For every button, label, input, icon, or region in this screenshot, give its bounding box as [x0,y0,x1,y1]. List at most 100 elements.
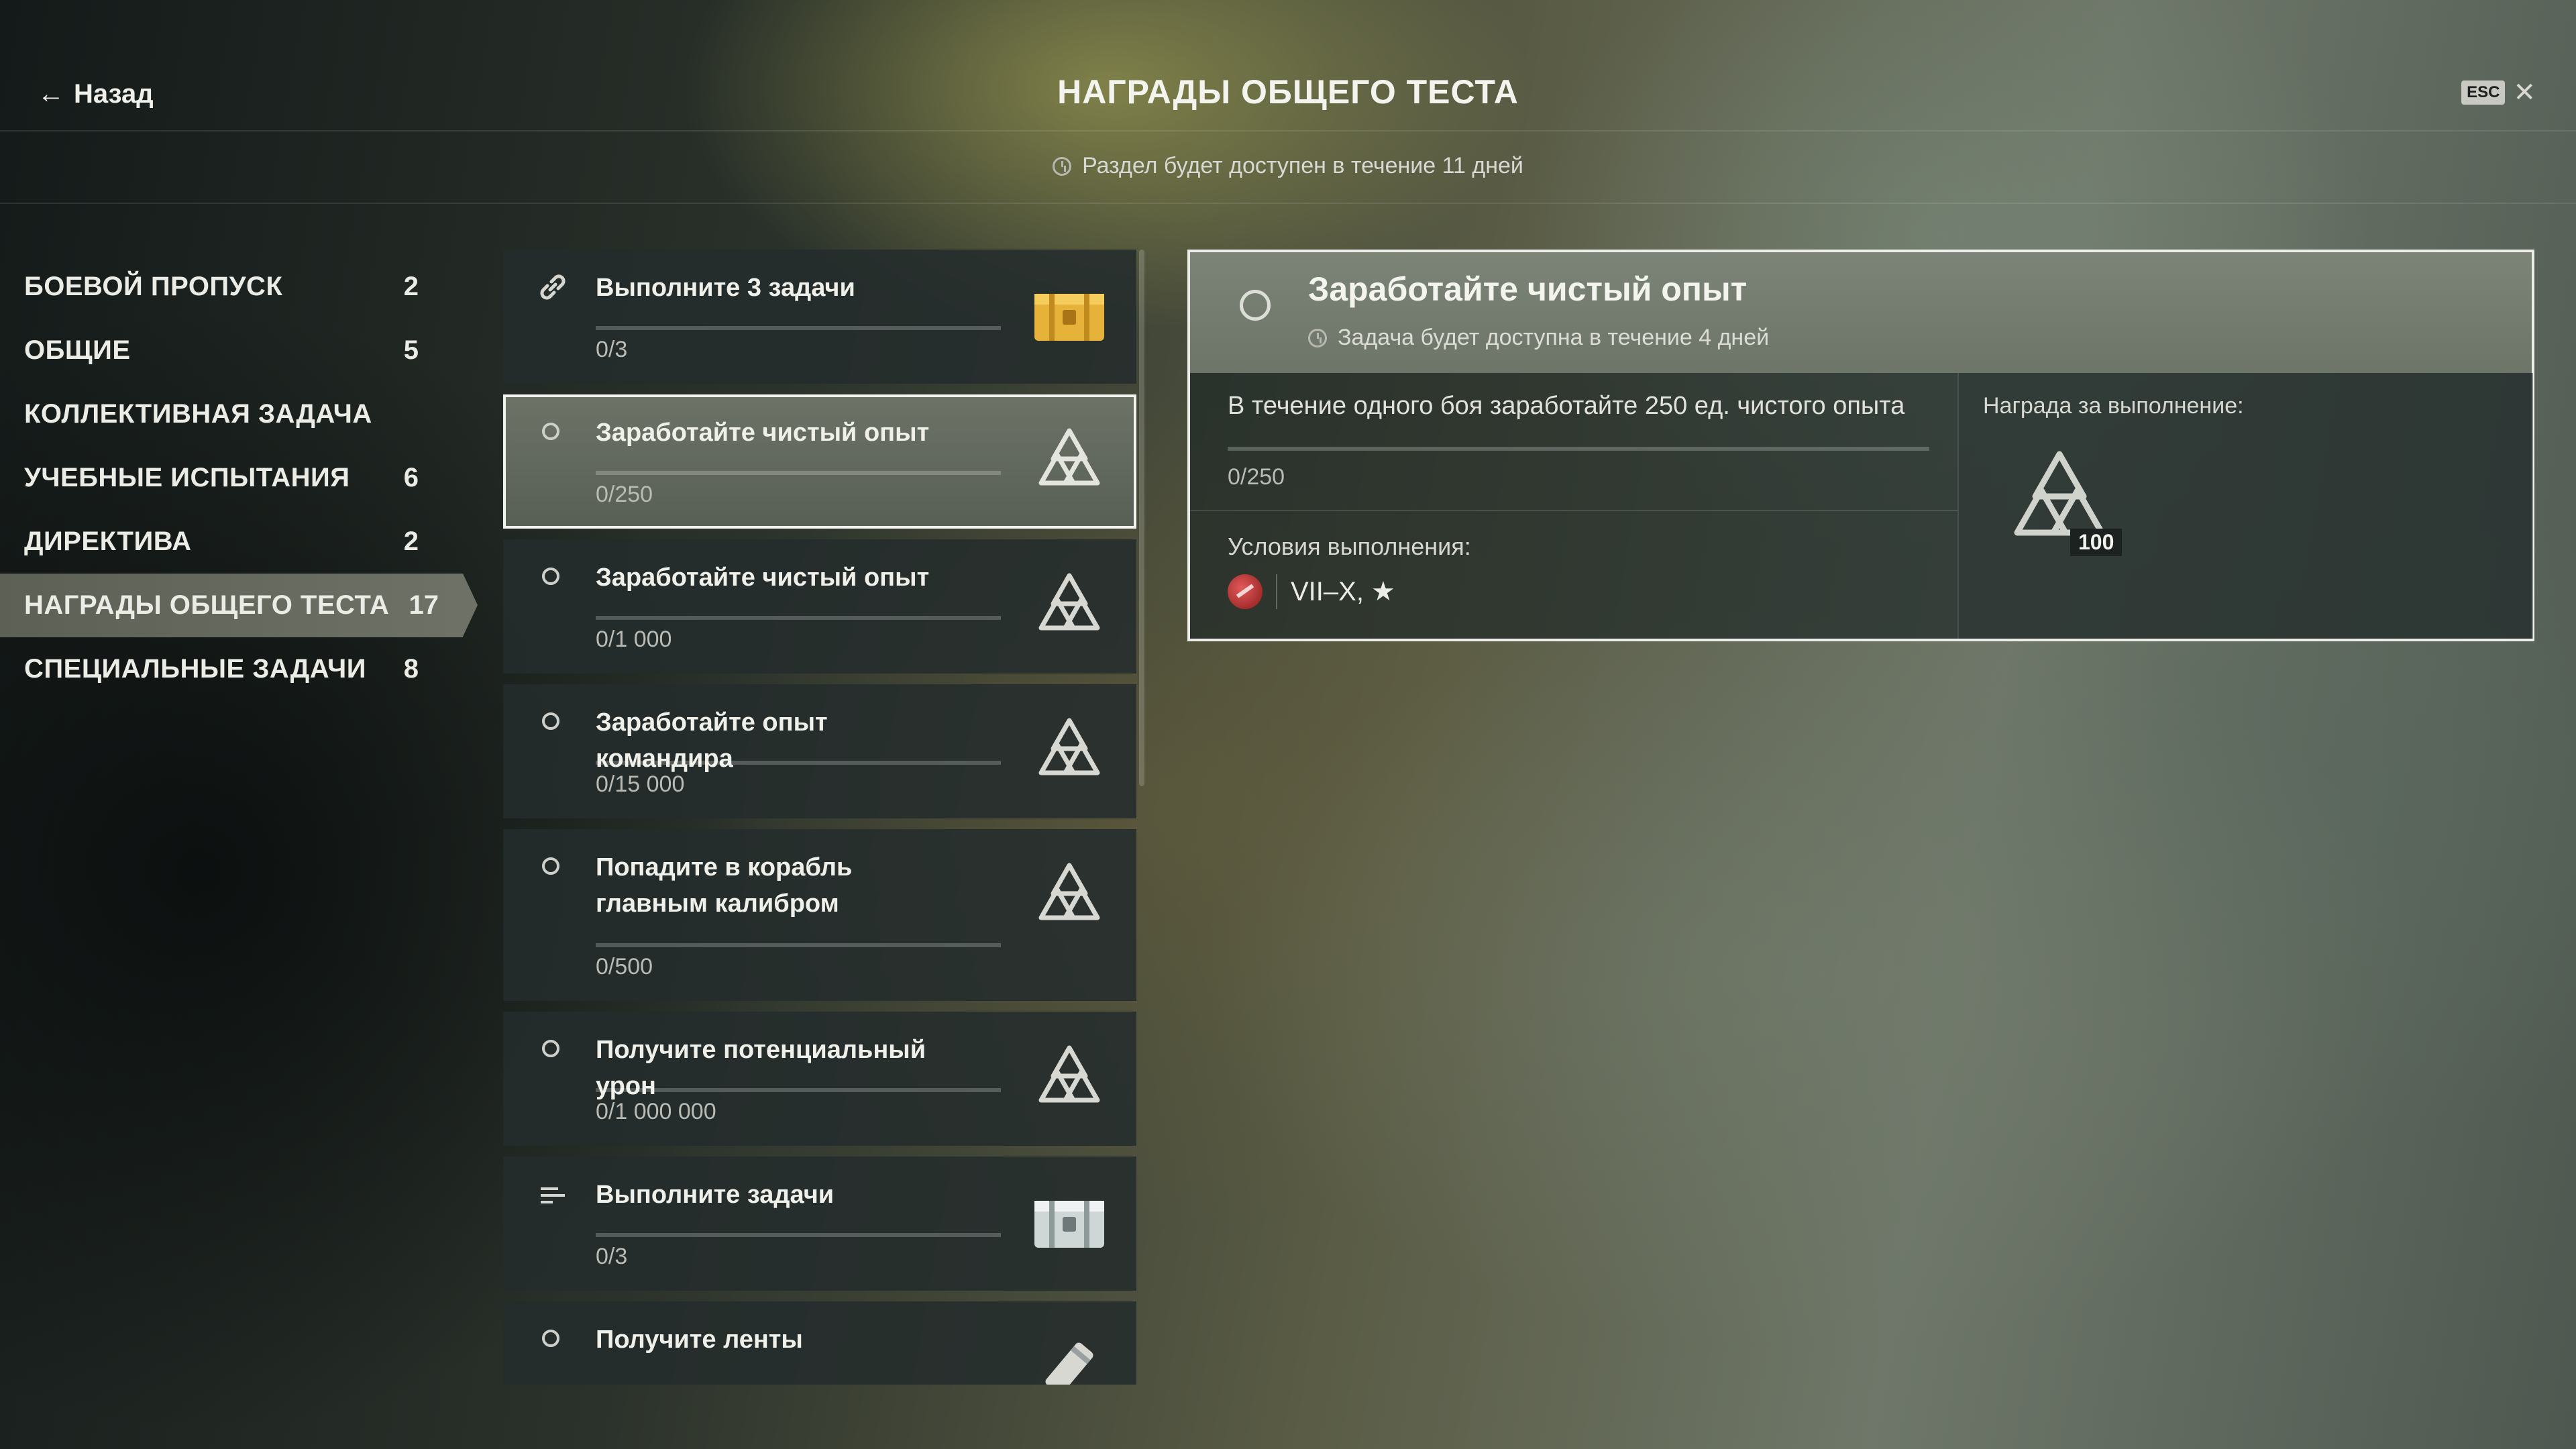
sidebar-item-label: СПЕЦИАЛЬНЫЕ ЗАДАЧИ [24,654,366,684]
back-label: Назад [74,79,154,109]
task-progress-text: 0/3 [596,1244,628,1269]
details-timer-text: Задача будет доступна в течение 4 дней [1338,325,1770,350]
task-progress-bar [596,761,1001,765]
task-title: Попадите в корабль главным калибром [596,853,853,918]
sidebar-item-label: ОБЩИЕ [24,335,131,365]
task-progress-text: 0/1 000 [596,627,672,652]
section-timer: Раздел будет доступен в течение 11 дней [0,153,2576,179]
sidebar-item-training-trials[interactable]: УЧЕБНЫЕ ИСПЫТАНИЯ 6 [0,446,443,510]
task-title: Заработайте чистый опыт [596,419,930,447]
clock-icon [1308,328,1327,347]
chain-link-icon [540,274,566,300]
gold-container-icon [1034,294,1104,341]
details-body: В течение одного боя заработайте 250 ед.… [1190,373,1957,639]
task-title: Заработайте чистый опыт [596,564,930,592]
free-xp-token-icon [1038,1045,1100,1103]
sidebar-item-count: 8 [403,654,419,684]
details-title: Заработайте чистый опыт [1308,270,1748,308]
sidebar-item-public-test-rewards[interactable]: НАГРАДЫ ОБЩЕГО ТЕСТА 17 [0,574,478,637]
task-title: Выполните задачи [596,1181,835,1209]
task-card[interactable]: Заработайте чистый опыт 0/1 000 [503,539,1136,674]
sidebar-item-count: 2 [403,272,419,301]
task-progress-text: 0/15 000 [596,771,685,797]
sidebar-item-count: 5 [403,335,419,365]
reward-count-badge: 100 [2070,529,2123,556]
sidebar-item-label: ДИРЕКТИВА [24,527,192,556]
arrow-left-icon: ← [38,79,64,109]
sidebar-item-label: НАГРАДЫ ОБЩЕГО ТЕСТА [24,590,390,620]
task-progress-text: 0/3 [596,337,628,362]
task-card[interactable]: Получите потенциальный урон 0/1 000 000 [503,1012,1136,1146]
sidebar-item-special-tasks[interactable]: СПЕЦИАЛЬНЫЕ ЗАДАЧИ 8 [0,637,443,701]
task-progress-text: 0/250 [596,482,653,507]
page-title: НАГРАДЫ ОБЩЕГО ТЕСТА [1057,73,1519,111]
silver-container-icon [1034,1201,1104,1248]
task-list-scrollbar[interactable] [1139,250,1144,786]
free-xp-token-icon [1038,718,1100,775]
status-circle-icon [542,712,559,730]
details-progress-text: 0/250 [1228,464,1285,490]
task-progress-bar [596,616,1001,620]
details-divider [1190,510,1957,511]
close-icon: ✕ [2513,78,2536,107]
status-circle-icon [542,1330,559,1347]
sidebar-item-collective-task[interactable]: КОЛЛЕКТИВНАЯ ЗАДАЧА [0,382,443,446]
task-title: Получите ленты [596,1326,803,1354]
status-circle-icon [1240,290,1271,321]
back-button[interactable]: ← Назад [38,79,154,109]
ribbon-icon [1045,1342,1093,1385]
conditions-value: VII–X, ★ [1291,577,1395,606]
free-xp-token-icon [1038,573,1100,631]
section-timer-text: Раздел будет доступен в течение 11 дней [1082,153,1523,178]
task-progress-bar [596,326,1001,330]
task-progress-bar [596,471,1001,475]
task-card[interactable]: Получите ленты [503,1301,1136,1385]
task-title: Выполните 3 задачи [596,274,855,302]
details-timer: Задача будет доступна в течение 4 дней [1308,325,1769,351]
reward-label: Награда за выполнение: [1983,393,2244,419]
details-progress-bar [1228,447,1929,451]
sidebar-item-count: 2 [403,527,419,556]
conditions-row: VII–X, ★ [1228,574,1395,609]
close-button[interactable]: ESC ✕ [2461,79,2536,106]
task-progress-bar [596,1233,1001,1237]
free-xp-token-icon [1038,863,1100,920]
conditions-label: Условия выполнения: [1228,533,1471,560]
sidebar-item-battle-pass[interactable]: БОЕВОЙ ПРОПУСК 2 [0,255,443,319]
task-progress-text: 0/500 [596,954,653,979]
sidebar-item-directive[interactable]: ДИРЕКТИВА 2 [0,510,443,574]
sidebar-item-count: 6 [403,463,419,492]
timer-divider [0,203,2576,204]
task-card[interactable]: Выполните задачи 0/3 [503,1157,1136,1291]
reward-section: Награда за выполнение: 100 [1957,373,2533,639]
task-card[interactable]: Выполните 3 задачи 0/3 [503,250,1136,384]
status-circle-icon [542,1040,559,1057]
details-description: В течение одного боя заработайте 250 ед.… [1228,392,1905,420]
sidebar-item-count: 17 [409,590,439,620]
task-title: Получите потенциальный урон [596,1036,926,1100]
sidebar-item-label: УЧЕБНЫЕ ИСПЫТАНИЯ [24,463,350,492]
clock-icon [1053,156,1072,176]
task-title: Заработайте опыт командира [596,708,828,773]
sidebar-item-label: БОЕВОЙ ПРОПУСК [24,272,283,301]
task-card-selected[interactable]: Заработайте чистый опыт 0/250 [503,394,1136,529]
task-progress-bar [596,943,1001,947]
conditions-separator [1276,574,1277,609]
nation-flag-icon [1228,574,1263,609]
sidebar-item-label: КОЛЛЕКТИВНАЯ ЗАДАЧА [24,399,372,429]
sequence-list-icon [541,1187,565,1203]
task-card[interactable]: Попадите в корабль главным калибром 0/50… [503,829,1136,1001]
task-card[interactable]: Заработайте опыт командира 0/15 000 [503,684,1136,818]
status-circle-icon [542,568,559,585]
status-circle-icon [542,857,559,875]
task-list: Выполните 3 задачи 0/3 Заработайте чисты… [503,250,1136,1385]
details-header: Заработайте чистый опыт Задача будет дос… [1190,252,2532,373]
sidebar: БОЕВОЙ ПРОПУСК 2 ОБЩИЕ 5 КОЛЛЕКТИВНАЯ ЗА… [0,255,478,701]
task-progress-bar [596,1088,1001,1092]
sidebar-item-general[interactable]: ОБЩИЕ 5 [0,319,443,382]
status-circle-icon [542,423,559,440]
header-divider [0,130,2576,131]
esc-key-badge: ESC [2461,80,2506,105]
task-details-panel: Заработайте чистый опыт Задача будет дос… [1187,250,2534,641]
free-xp-token-icon [1038,428,1100,486]
